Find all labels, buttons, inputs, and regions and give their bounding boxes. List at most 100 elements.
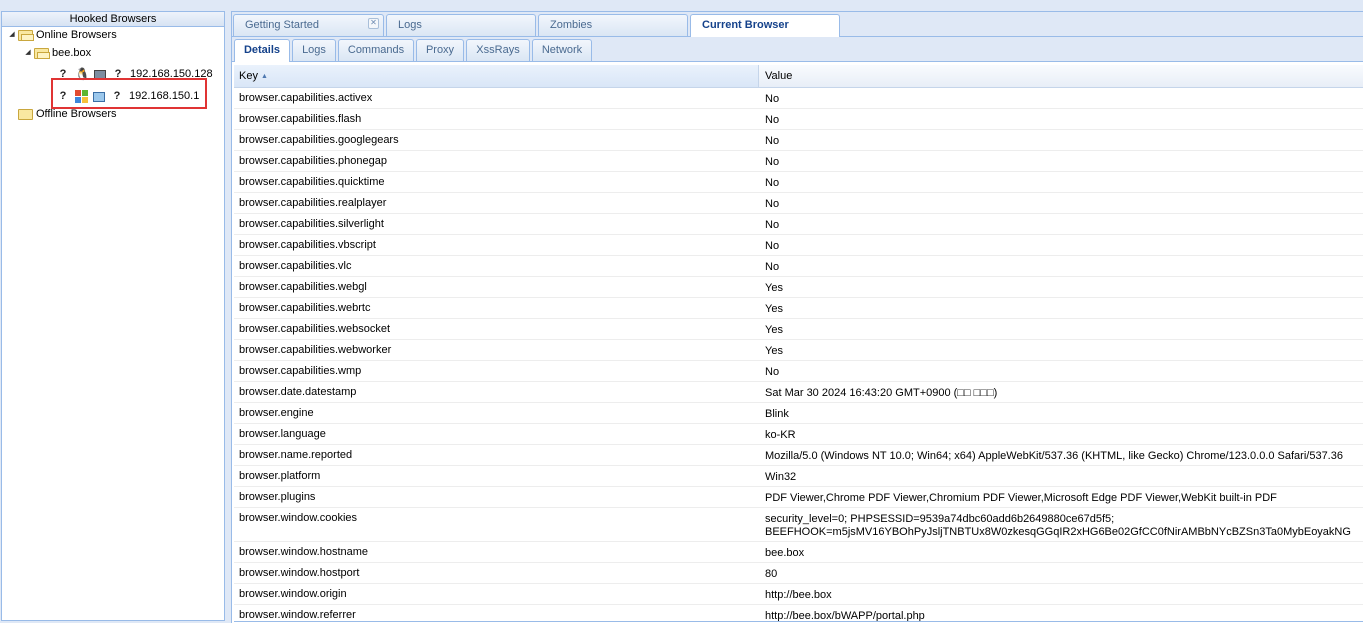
cell-key: browser.capabilities.vlc (239, 260, 352, 272)
column-header-key[interactable]: Key ▲ (234, 65, 759, 87)
table-row[interactable]: browser.capabilities.googlegears No (234, 130, 1363, 151)
table-row[interactable]: browser.engine Blink (234, 403, 1363, 424)
table-row[interactable]: browser.window.referrer http://bee.box/bW… (234, 605, 1363, 622)
main-panel: Getting Started ✕ Logs Zombies Current B… (231, 11, 1363, 623)
folder-icon (18, 108, 33, 120)
tab-getting-started[interactable]: Getting Started ✕ (233, 14, 384, 36)
details-grid: browser.capabilities.activex No browser.ca… (234, 88, 1363, 621)
table-row[interactable]: browser.capabilities.wmp No (234, 361, 1363, 382)
cell-key: browser.capabilities.webrtc (239, 302, 371, 314)
tab-current-browser[interactable]: Current Browser (690, 14, 840, 37)
cell-key: browser.capabilities.webgl (239, 281, 367, 293)
cell-key: browser.capabilities.webworker (239, 344, 392, 356)
table-row[interactable]: browser.capabilities.phonegap No (234, 151, 1363, 172)
tab-details[interactable]: Details (234, 39, 290, 62)
table-row[interactable]: browser.language ko-KR (234, 424, 1363, 445)
cell-key: browser.capabilities.wmp (239, 365, 362, 377)
tab-xssrays[interactable]: XssRays (466, 39, 530, 61)
tab-label: Zombies (550, 19, 593, 31)
table-row[interactable]: browser.capabilities.quicktime No (234, 172, 1363, 193)
tree-label-group: bee.box (52, 47, 92, 59)
sort-asc-icon: ▲ (260, 73, 268, 80)
cell-value: No (765, 240, 780, 252)
tree-label-online: Online Browsers (36, 29, 117, 41)
cell-value: No (765, 114, 780, 126)
tree-node-bee-box[interactable]: ◢ bee.box (24, 45, 91, 61)
expand-arrow-icon[interactable]: ◢ (24, 45, 32, 61)
cell-key: browser.capabilities.googlegears (239, 134, 399, 146)
grid-bottom-border (234, 621, 1363, 622)
cell-key: browser.window.hostport (239, 567, 360, 579)
cell-key: browser.name.reported (239, 449, 353, 461)
tree-node-offline-browsers[interactable]: Offline Browsers (18, 106, 117, 122)
tab-zombies[interactable]: Zombies (538, 14, 688, 36)
cell-key: browser.date.datestamp (239, 386, 357, 398)
table-row[interactable]: browser.capabilities.webworker Yes (234, 340, 1363, 361)
cell-key: browser.plugins (239, 491, 316, 503)
cell-key: browser.capabilities.activex (239, 92, 373, 104)
table-row[interactable]: browser.capabilities.flash No (234, 109, 1363, 130)
table-row[interactable]: browser.capabilities.webrtc Yes (234, 298, 1363, 319)
cell-value: No (765, 366, 780, 378)
table-row[interactable]: browser.name.reported Mozilla/5.0 (Window… (234, 445, 1363, 466)
cell-key: browser.window.hostname (239, 546, 369, 558)
table-row[interactable]: browser.capabilities.vlc No (234, 256, 1363, 277)
table-row[interactable]: browser.capabilities.websocket Yes (234, 319, 1363, 340)
main-tabbar: Getting Started ✕ Logs Zombies Current B… (232, 12, 1363, 37)
cell-value: bee.box (765, 547, 805, 559)
cell-key: browser.platform (239, 470, 321, 482)
panel-title: Hooked Browsers (2, 12, 224, 27)
tree-node-online-browsers[interactable]: ◢ Online Browsers (8, 27, 117, 43)
close-icon[interactable]: ✕ (368, 18, 379, 29)
cell-key: browser.window.referrer (239, 609, 356, 621)
column-header-value[interactable]: Value (759, 65, 1363, 87)
table-row[interactable]: browser.capabilities.vbscript No (234, 235, 1363, 256)
cell-value: 80 (765, 568, 778, 580)
table-row[interactable]: browser.capabilities.realplayer No (234, 193, 1363, 214)
selection-highlight (51, 78, 207, 109)
table-row[interactable]: browser.plugins PDF Viewer,Chrome PDF Vie… (234, 487, 1363, 508)
cell-key: browser.engine (239, 407, 314, 419)
tab-proxy[interactable]: Proxy (416, 39, 464, 61)
table-row[interactable]: browser.window.hostport 80 (234, 563, 1363, 584)
cell-key: browser.capabilities.realplayer (239, 197, 387, 209)
tree-label-offline: Offline Browsers (36, 108, 117, 120)
cell-key: browser.capabilities.phonegap (239, 155, 387, 167)
cell-value: No (765, 198, 780, 210)
expand-arrow-icon[interactable]: ◢ (8, 27, 16, 43)
cell-key: browser.capabilities.websocket (239, 323, 391, 335)
cell-value: No (765, 261, 780, 273)
cell-key: browser.capabilities.quicktime (239, 176, 385, 188)
table-row[interactable]: browser.window.hostname bee.box (234, 542, 1363, 563)
cell-value: Sat Mar 30 2024 16:43:20 GMT+0900 (□□ □□… (765, 387, 998, 399)
tab-sub-logs[interactable]: Logs (292, 39, 336, 61)
tab-label: Logs (398, 19, 422, 31)
table-row[interactable]: browser.capabilities.webgl Yes (234, 277, 1363, 298)
cell-value: No (765, 93, 780, 105)
table-row[interactable]: browser.capabilities.silverlight No (234, 214, 1363, 235)
cell-value: security_level=0; PHPSESSID=9539a74dbc60… (765, 513, 1351, 538)
tab-label: Getting Started (245, 19, 319, 31)
table-row[interactable]: browser.date.datestamp Sat Mar 30 2024 16… (234, 382, 1363, 403)
tab-network[interactable]: Network (532, 39, 592, 61)
cell-value: Win32 (765, 471, 797, 483)
tab-commands[interactable]: Commands (338, 39, 414, 61)
table-row[interactable]: browser.window.origin http://bee.box (234, 584, 1363, 605)
tab-label: Current Browser (702, 19, 789, 31)
table-row[interactable]: browser.window.cookies security_level=0; … (234, 508, 1363, 542)
folder-open-icon (34, 47, 50, 59)
table-row[interactable]: browser.capabilities.activex No (234, 88, 1363, 109)
grid-header: Key ▲ Value (234, 65, 1363, 88)
cell-value: Yes (765, 303, 783, 315)
folder-open-icon (18, 29, 34, 41)
cell-value: No (765, 135, 780, 147)
table-row[interactable]: browser.platform Win32 (234, 466, 1363, 487)
cell-value: No (765, 177, 780, 189)
cell-key: browser.language (239, 428, 326, 440)
cell-key: browser.window.cookies (239, 512, 358, 524)
cell-value: Mozilla/5.0 (Windows NT 10.0; Win64; x64… (765, 450, 1343, 462)
cell-value: Yes (765, 324, 783, 336)
tab-logs[interactable]: Logs (386, 14, 536, 36)
cell-value: http://bee.box/bWAPP/portal.php (765, 610, 925, 621)
cell-value: Yes (765, 345, 783, 357)
